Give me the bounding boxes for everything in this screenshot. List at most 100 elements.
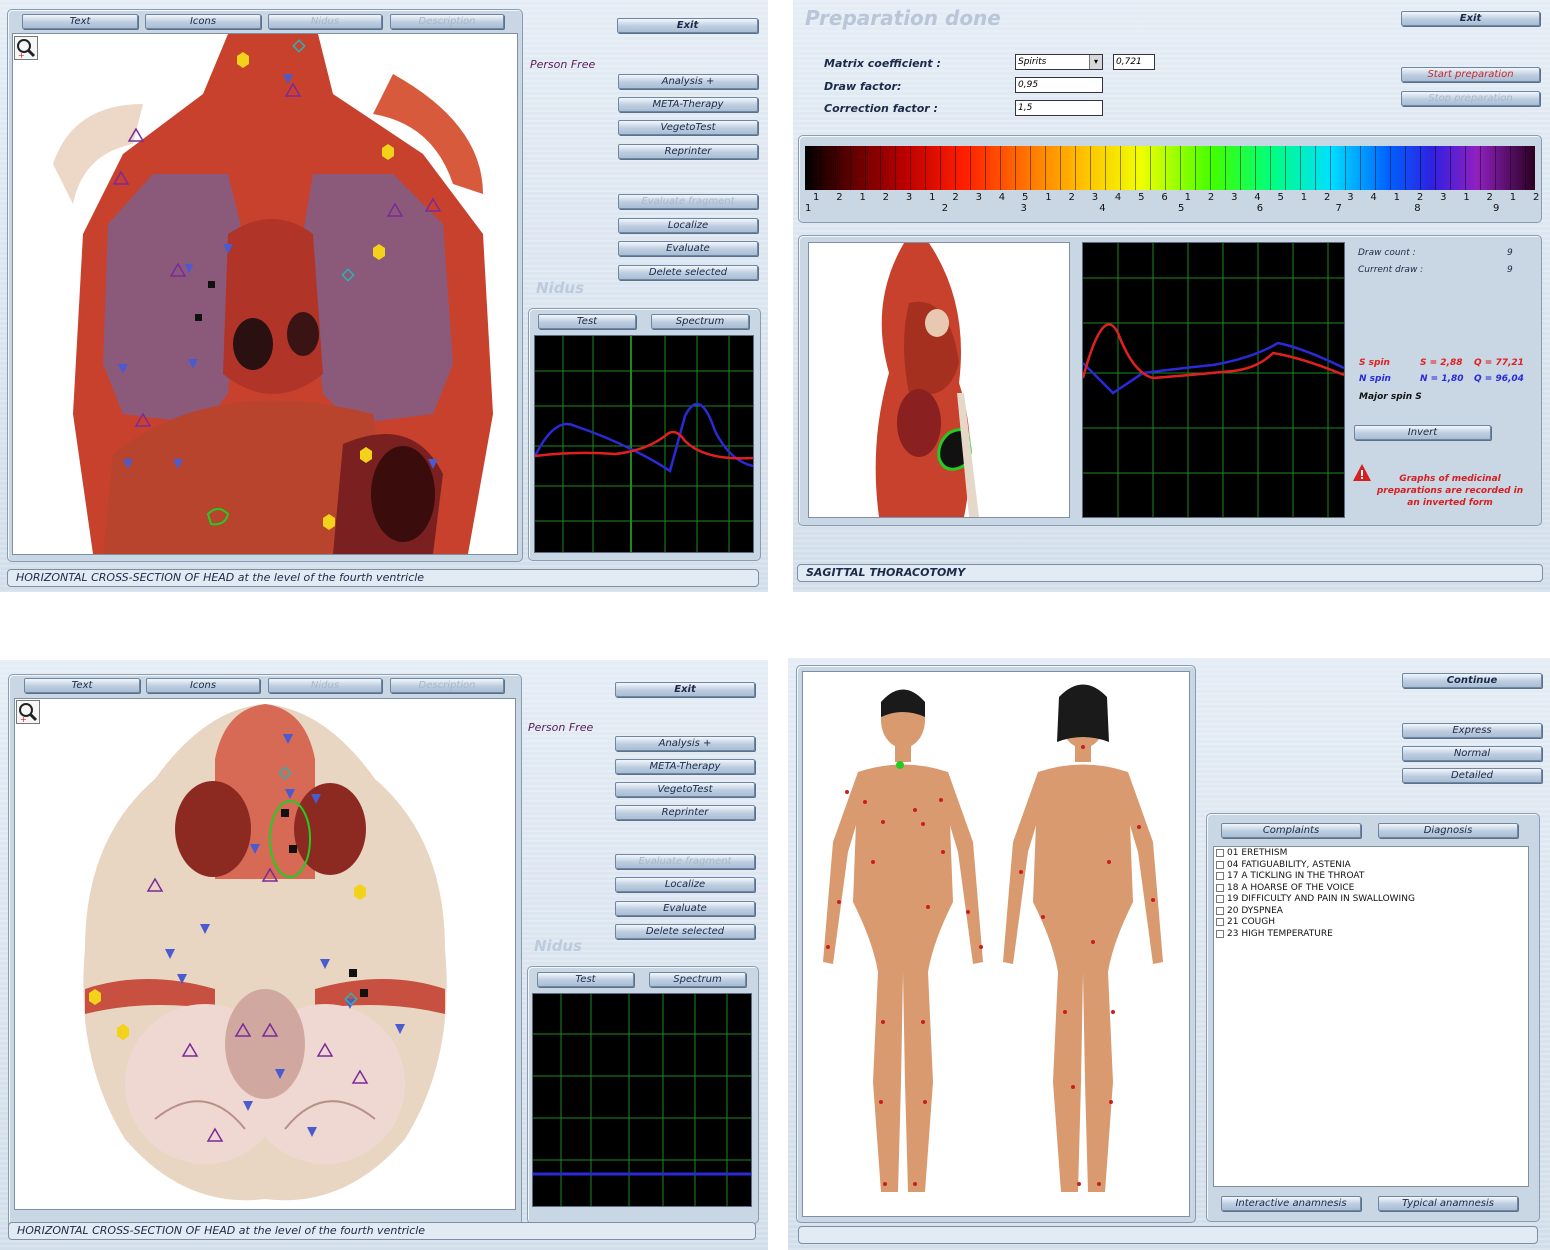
interactive-anamnesis-button[interactable]: Interactive anamnesis: [1221, 1196, 1361, 1211]
exit-button[interactable]: Exit: [615, 682, 755, 697]
sagittal-image[interactable]: [808, 242, 1070, 518]
spectrum-tick-label: 3: [1231, 192, 1238, 203]
tab-text[interactable]: Text: [24, 678, 140, 693]
evaluate-fragment-button[interactable]: Evaluate fragment: [615, 854, 755, 869]
express-button[interactable]: Express: [1402, 723, 1542, 738]
spectrum-tick-label: 4: [998, 192, 1006, 203]
checkbox[interactable]: [1216, 849, 1224, 857]
vegetotest-button[interactable]: VegetoTest: [618, 120, 758, 135]
spectrum-tick-label: 1: [929, 192, 936, 203]
status-bar: [798, 1226, 1538, 1244]
localize-button[interactable]: Localize: [618, 218, 758, 233]
spectrum-band-label: 8: [1414, 203, 1421, 214]
status-bar: SAGITTAL THORACOTOMY: [797, 564, 1543, 582]
test-tab[interactable]: Test: [537, 972, 634, 987]
tab-description[interactable]: Description: [390, 14, 504, 29]
draw-factor-field[interactable]: 0,95: [1015, 77, 1103, 93]
reprinter-button[interactable]: Reprinter: [615, 805, 755, 820]
meta-therapy-button[interactable]: META-Therapy: [615, 759, 755, 774]
exit-button[interactable]: Exit: [617, 18, 758, 33]
detailed-button[interactable]: Detailed: [1402, 768, 1542, 783]
body-figures-image[interactable]: [802, 671, 1190, 1217]
tab-description[interactable]: Description: [390, 678, 504, 693]
evaluate-button[interactable]: Evaluate: [615, 901, 755, 916]
complaint-item[interactable]: 18 A HOARSE OF THE VOICE: [1216, 883, 1354, 893]
complaints-tab[interactable]: Complaints: [1221, 823, 1361, 838]
localize-button[interactable]: Localize: [615, 877, 755, 892]
sagittal-anatomy-illustration: [875, 243, 979, 517]
spectrum-tick-label: 5: [1138, 192, 1145, 203]
spectrum-tick-label: 1: [1509, 192, 1517, 203]
spectrum-band-label: 5: [1178, 203, 1185, 214]
matrix-coefficient-label: Matrix coefficient :: [824, 57, 941, 70]
tab-nidus[interactable]: Nidus: [268, 14, 382, 29]
delete-selected-button[interactable]: Delete selected: [615, 924, 755, 939]
spectrum-band-label: 6: [1256, 203, 1264, 214]
normal-button[interactable]: Normal: [1402, 746, 1542, 761]
head-section-image[interactable]: [14, 698, 516, 1210]
spectrum-tab[interactable]: Spectrum: [651, 314, 749, 329]
human-body-illustration: [823, 684, 1163, 1192]
nidus-watermark: Nidus: [534, 937, 583, 955]
typical-anamnesis-button[interactable]: Typical anamnesis: [1378, 1196, 1518, 1211]
tab-icons[interactable]: Icons: [145, 14, 261, 29]
spectrum-tick-label: 1: [1045, 192, 1052, 203]
checkbox[interactable]: [1216, 918, 1224, 926]
checkbox[interactable]: [1216, 861, 1224, 869]
test-tab[interactable]: Test: [538, 314, 636, 329]
s-spin-value: S = 2,88: [1420, 358, 1463, 368]
panel-preparation: Preparation done Exit Start preparation …: [793, 0, 1550, 592]
spectrum-tab[interactable]: Spectrum: [649, 972, 746, 987]
complaint-item[interactable]: 23 HIGH TEMPERATURE: [1216, 929, 1333, 939]
checkbox[interactable]: [1216, 930, 1224, 938]
diagnosis-tab[interactable]: Diagnosis: [1378, 823, 1518, 838]
spectrum-tick-label: 1: [1463, 192, 1470, 203]
complaint-item[interactable]: 21 COUGH: [1216, 917, 1275, 927]
complaint-item[interactable]: 17 A TICKLING IN THE THROAT: [1216, 871, 1364, 881]
delete-selected-button[interactable]: Delete selected: [618, 265, 758, 280]
stop-preparation-button[interactable]: Stop preparation: [1401, 91, 1540, 106]
evaluate-button[interactable]: Evaluate: [618, 241, 758, 256]
panel-head-nidus: Text Icons Nidus Description + Exit Pers…: [0, 660, 768, 1250]
complaint-item[interactable]: 20 DYSPNEA: [1216, 906, 1283, 916]
exit-button[interactable]: Exit: [1401, 11, 1540, 26]
continue-button[interactable]: Continue: [1402, 673, 1542, 688]
color-spectrum-bar[interactable]: [805, 146, 1535, 190]
correction-factor-field[interactable]: 1,5: [1015, 100, 1103, 116]
complaints-list: 01 ERETHISM 04 FATIGUABILITY, ASTENIA 17…: [1213, 846, 1529, 1187]
preparation-oscilloscope: [1081, 242, 1345, 518]
spectrum-tick-label: 3: [1440, 192, 1447, 203]
complaint-item[interactable]: 01 ERETHISM: [1216, 848, 1287, 858]
analysis-button[interactable]: Analysis +: [618, 74, 758, 89]
n-spin-label: N spin: [1359, 374, 1391, 384]
chevron-down-icon[interactable]: ▾: [1089, 55, 1102, 69]
thorax-section-image[interactable]: [12, 33, 518, 555]
invert-button[interactable]: Invert: [1354, 425, 1491, 440]
magnifier-icon[interactable]: +: [16, 700, 40, 724]
checkbox[interactable]: [1216, 895, 1224, 903]
checkbox[interactable]: [1216, 907, 1224, 915]
meta-therapy-button[interactable]: META-Therapy: [618, 97, 758, 112]
matrix-value-field[interactable]: 0,721: [1113, 54, 1155, 70]
tab-icons[interactable]: Icons: [146, 678, 260, 693]
spectrum-tick-label: 2: [952, 192, 959, 203]
spectrum-tick-label: 2: [882, 192, 890, 203]
vegetotest-button[interactable]: VegetoTest: [615, 782, 755, 797]
tab-text[interactable]: Text: [22, 14, 138, 29]
tab-nidus[interactable]: Nidus: [268, 678, 382, 693]
spectrum-tick-label: 3: [905, 192, 913, 203]
complaint-item[interactable]: 04 FATIGUABILITY, ASTENIA: [1216, 860, 1351, 870]
analysis-button[interactable]: Analysis +: [615, 736, 755, 751]
panel-thorax-nidus: Text Icons Nidus Description + Exit Pers…: [0, 0, 768, 592]
checkbox[interactable]: [1216, 884, 1224, 892]
start-preparation-button[interactable]: Start preparation: [1401, 67, 1540, 82]
spectrum-tick-label: 3: [1091, 192, 1099, 203]
evaluate-fragment-button[interactable]: Evaluate fragment: [618, 194, 758, 209]
spectrum-tick-label: 4: [1254, 192, 1261, 203]
complaint-item[interactable]: 19 DIFFICULTY AND PAIN IN SWALLOWING: [1216, 894, 1415, 904]
checkbox[interactable]: [1216, 872, 1224, 880]
panel-anamnesis: Continue Express Normal Detailed Complai…: [788, 658, 1550, 1250]
reprinter-button[interactable]: Reprinter: [618, 144, 758, 159]
magnifier-icon[interactable]: +: [14, 36, 38, 60]
spectrum-tick-label: 3: [1347, 192, 1354, 203]
